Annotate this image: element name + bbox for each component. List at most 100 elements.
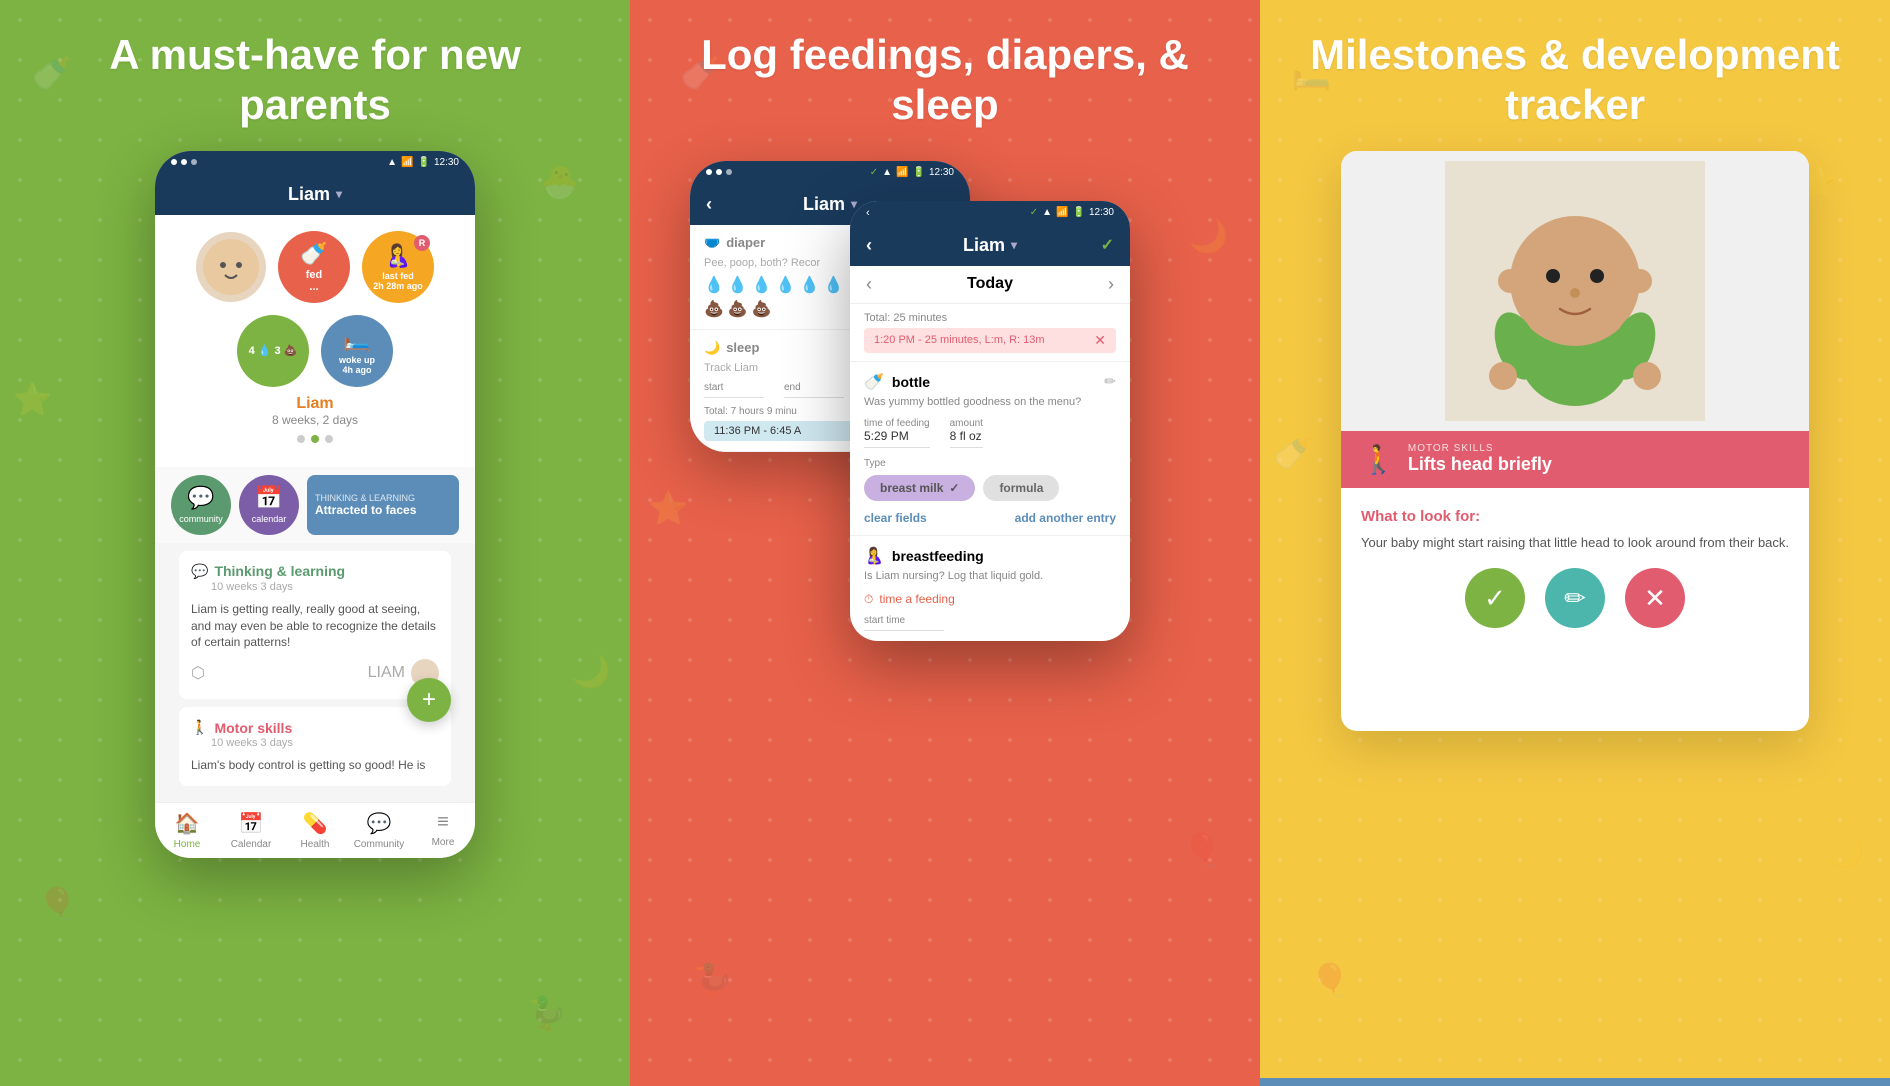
tab-calendar-label: Calendar — [231, 839, 272, 850]
breast-milk-btn[interactable]: breast milk ✓ — [864, 475, 975, 501]
amount-value[interactable]: 8 fl oz — [950, 429, 983, 448]
baby-stats-row: 🍼 fed ... R 🤱 last fed 2h 28m ago — [171, 231, 459, 303]
time-feeding-label: time a feeding — [879, 592, 954, 606]
drop-2: 💧 — [728, 275, 748, 295]
diaper-sleep-row: 4 💧 3 💩 🛏️ woke up 4h ago — [237, 315, 393, 387]
fab-add-button[interactable]: + — [407, 678, 451, 722]
time-label: time of feeding — [864, 418, 930, 429]
tab-home[interactable]: 🏠 Home — [155, 803, 219, 858]
time-entry-text: 1:20 PM - 25 minutes, L:m, R: 13m — [874, 334, 1045, 346]
panel-3: 🛏️ ⭐ 🍼 🌙 🎈 Milestones & development trac… — [1260, 0, 1890, 1086]
phone-front: ‹ ✓ ▲ 📶 🔋 12:30 ‹ Liam ▾ ✓ ‹ Today — [850, 201, 1130, 641]
time-field: time of feeding 5:29 PM — [864, 418, 930, 448]
health-icon: 💊 — [303, 811, 328, 836]
signal-back-icon: 📶 — [896, 167, 908, 178]
total-label: Total: 25 minutes — [864, 312, 1116, 324]
bf-icon: 🤱 — [864, 546, 884, 566]
wifi-back-icon: ▲ — [882, 167, 892, 178]
end-value — [784, 393, 844, 398]
formula-btn[interactable]: formula — [983, 475, 1059, 501]
quick-nav-row: 💬 community 📅 calendar THINKING & LEARNI… — [155, 467, 475, 543]
phone-2-container: ✓ ▲ 📶 🔋 12:30 ‹ Liam ▾ 🩲 diaper Pee, poo… — [630, 151, 1260, 1086]
last-fed-stat[interactable]: R 🤱 last fed 2h 28m ago — [362, 231, 434, 303]
calendar-label: calendar — [252, 514, 287, 524]
panel-1-header: A must-have for new parents — [0, 0, 630, 151]
last-fed-time: 2h 28m ago — [373, 281, 423, 291]
walking-icon: 🚶 — [1361, 443, 1396, 476]
tab-more[interactable]: ≡ More — [411, 803, 475, 858]
milestone-body: What to look for: Your baby might start … — [1341, 488, 1809, 657]
article-thinking[interactable]: 💬 Thinking & learning 10 weeks 3 days Li… — [179, 551, 451, 699]
article-motor[interactable]: 🚶 Motor skills 10 weeks 3 days Liam's bo… — [179, 707, 451, 786]
bottle-icon: 🍼 — [864, 372, 884, 392]
end-label: end — [784, 382, 844, 393]
calendar-nav-btn[interactable]: 📅 calendar — [239, 475, 299, 535]
r-badge: R — [414, 235, 430, 251]
diaper-stat[interactable]: 4 💧 3 💩 — [237, 315, 309, 387]
milestone-dismiss-btn[interactable]: ✕ — [1625, 568, 1685, 628]
fed-label: fed — [306, 269, 323, 281]
remove-entry-btn[interactable]: ✕ — [1094, 332, 1106, 349]
time-entry-tag: 1:20 PM - 25 minutes, L:m, R: 13m ✕ — [864, 328, 1116, 353]
battery-front: 🔋 — [1073, 207, 1085, 218]
drop-4: 💧 — [776, 275, 796, 295]
next-day[interactable]: › — [1108, 274, 1114, 295]
front-back-arrow: ‹ — [866, 235, 872, 256]
battery-back-icon: 🔋 — [913, 167, 925, 178]
author-label: LIAM — [368, 664, 405, 682]
fed-stat[interactable]: 🍼 fed ... — [278, 231, 350, 303]
add-entry-btn[interactable]: add another entry — [1015, 511, 1116, 525]
more-icon: ≡ — [437, 811, 449, 834]
fed-sublabel: ... — [309, 281, 318, 293]
phone-1: ▲ 📶 🔋 12:30 Liam ▾ — [155, 151, 475, 858]
article-1-subtitle: 10 weeks 3 days — [211, 581, 439, 593]
check-icon: ✓ — [949, 481, 959, 495]
end-time: end — [784, 382, 844, 398]
back-nav-title: Liam — [803, 194, 845, 215]
milestone-category: THINKING & LEARNING — [315, 493, 451, 503]
article-2-title: 🚶 Motor skills — [191, 719, 439, 736]
panel-1: 🍼 🐣 ⭐ 🌙 🎈 🦆 A must-have for new parents … — [0, 0, 630, 1086]
time-value[interactable]: 5:29 PM — [864, 429, 930, 448]
tab-community-label: Community — [354, 839, 405, 850]
bottom-blue-bar — [1260, 1078, 1890, 1086]
tab-health[interactable]: 💊 Health — [283, 803, 347, 858]
checkmark-front: ✓ — [1030, 207, 1038, 218]
milestone-banner[interactable]: THINKING & LEARNING Attracted to faces — [307, 475, 459, 535]
check-mark-icon: ✓ — [1484, 583, 1506, 614]
wifi-front: ▲ — [1042, 207, 1052, 218]
signal-dots — [171, 159, 197, 165]
tab-community[interactable]: 💬 Community — [347, 803, 411, 858]
dot-1 — [297, 435, 305, 443]
calendar-tab-icon: 📅 — [239, 811, 264, 836]
milestone-edit-btn[interactable]: ✏ — [1545, 568, 1605, 628]
drop-6: 💧 — [824, 275, 844, 295]
day-nav: ‹ Today › — [850, 266, 1130, 304]
type-pills: breast milk ✓ formula — [864, 475, 1116, 501]
share-icon[interactable]: ⬡ — [191, 663, 205, 683]
skill-banner: 🚶 MOTOR SKILLS Lifts head briefly — [1341, 431, 1809, 488]
community-nav-btn[interactable]: 💬 community — [171, 475, 231, 535]
start-time-value[interactable] — [864, 626, 944, 631]
prev-day[interactable]: ‹ — [866, 274, 872, 295]
thinking-icon: 💬 — [191, 563, 208, 580]
baby-info: Liam 8 weeks, 2 days — [272, 395, 358, 427]
time-feeding-btn[interactable]: ⏱ time a feeding — [864, 592, 1116, 607]
baby-name: Liam — [272, 395, 358, 413]
total-section: Total: 25 minutes 1:20 PM - 25 minutes, … — [850, 304, 1130, 361]
phone-1-container: ▲ 📶 🔋 12:30 Liam ▾ — [0, 151, 630, 1086]
phone-nav-1: Liam ▾ — [155, 174, 475, 215]
sleep-icon: 🛏️ — [343, 327, 370, 353]
breastfeeding-section: 🤱 breastfeeding Is Liam nursing? Log tha… — [850, 535, 1130, 641]
day-label: Today — [967, 275, 1013, 293]
edit-bottle-icon[interactable]: ✏ — [1104, 373, 1116, 390]
dot-2 — [311, 435, 319, 443]
baby-profile: 🍼 fed ... R 🤱 last fed 2h 28m ago 4 💧 3 … — [155, 215, 475, 467]
wifi-icon: ▲ — [387, 157, 397, 168]
clear-fields-btn[interactable]: clear fields — [864, 511, 927, 525]
tab-calendar[interactable]: 📅 Calendar — [219, 803, 283, 858]
sleep-stat[interactable]: 🛏️ woke up 4h ago — [321, 315, 393, 387]
woke-time: 4h ago — [342, 365, 371, 375]
indicator-dots — [297, 427, 333, 451]
milestone-check-btn[interactable]: ✓ — [1465, 568, 1525, 628]
